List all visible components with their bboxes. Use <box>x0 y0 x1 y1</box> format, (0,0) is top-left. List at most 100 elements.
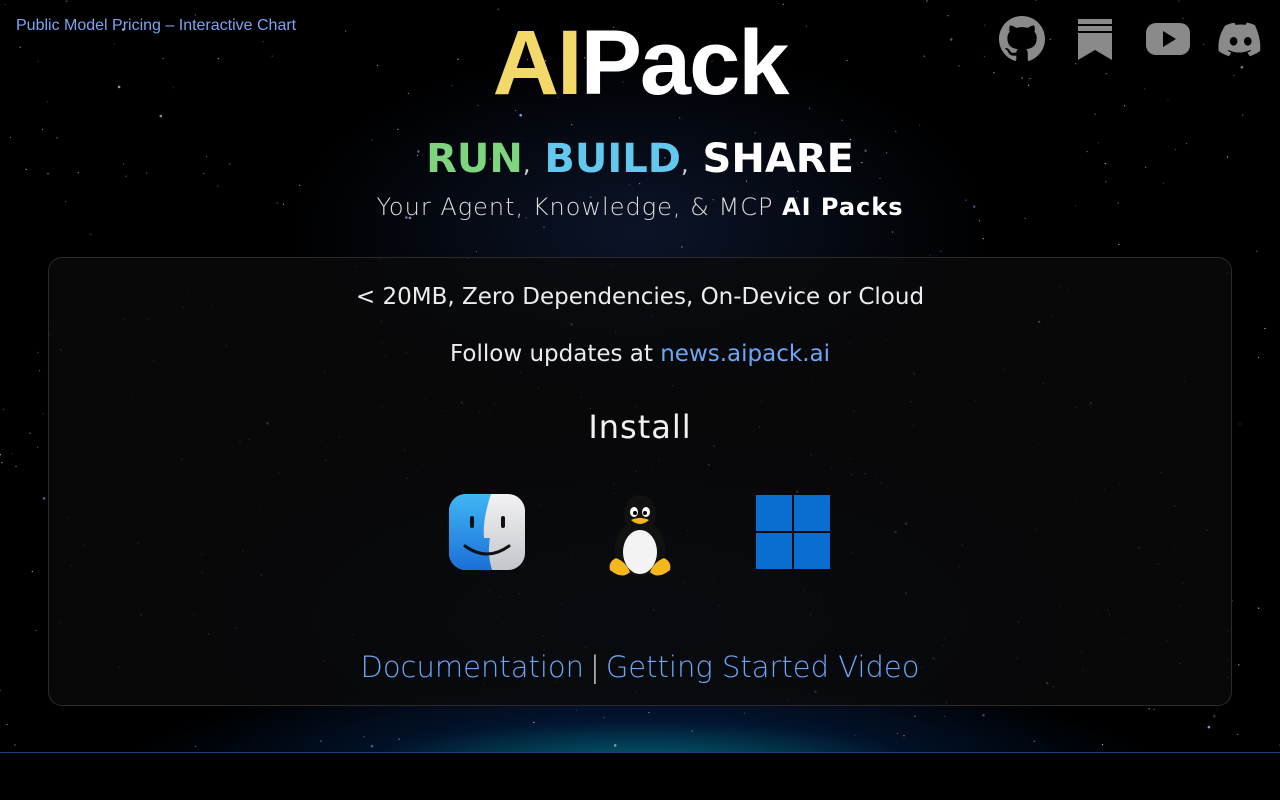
star <box>1148 708 1150 710</box>
star <box>797 190 799 192</box>
star <box>39 370 41 372</box>
install-linux-button[interactable] <box>600 492 680 582</box>
star <box>1207 725 1211 729</box>
star <box>1 462 3 464</box>
tagline-build: BUILD <box>544 136 681 182</box>
subtitle: Your Agent, Knowledge, & MCP AI Packs <box>0 193 1280 221</box>
star <box>576 709 578 711</box>
documentation-link[interactable]: Documentation <box>360 650 584 684</box>
docs-bookmark-link[interactable] <box>1072 16 1118 62</box>
page: Public Model Pricing – Interactive Chart… <box>0 0 1280 800</box>
star <box>603 716 605 719</box>
star <box>1153 708 1155 711</box>
star <box>1239 423 1241 425</box>
star <box>782 3 784 5</box>
star <box>533 721 535 724</box>
star <box>66 0 68 2</box>
star <box>944 715 946 718</box>
github-icon <box>999 16 1045 61</box>
link-separator: | <box>590 650 600 684</box>
install-macos-button[interactable] <box>447 492 527 582</box>
star <box>0 454 1 456</box>
youtube-icon <box>1146 23 1190 55</box>
star <box>320 740 322 742</box>
star <box>1256 250 1258 252</box>
star <box>1178 0 1180 2</box>
star <box>743 712 746 714</box>
star <box>940 250 942 252</box>
star <box>37 446 39 448</box>
star <box>926 0 928 2</box>
star <box>896 733 899 735</box>
star <box>854 734 856 737</box>
star <box>31 570 33 573</box>
star <box>195 746 197 748</box>
star <box>648 711 650 714</box>
star <box>37 351 39 353</box>
star <box>6 723 8 726</box>
star <box>681 246 683 248</box>
star <box>929 254 931 256</box>
star <box>29 432 31 434</box>
linux-tux-icon <box>609 495 671 576</box>
star <box>2 408 5 410</box>
star <box>571 124 573 126</box>
star <box>4 4 6 6</box>
subtitle-strong: AI Packs <box>782 193 904 221</box>
updates-line: Follow updates at news.aipack.ai <box>49 341 1231 367</box>
star <box>1238 664 1240 666</box>
star <box>42 413 44 415</box>
tagline-comma-2: , <box>680 150 689 178</box>
tagline-comma-1: , <box>522 150 531 178</box>
star <box>903 735 905 737</box>
footer-bar <box>0 752 1280 800</box>
news-link[interactable]: news.aipack.ai <box>660 341 830 367</box>
star <box>691 730 693 732</box>
discord-link[interactable] <box>1218 16 1264 62</box>
star <box>14 744 16 746</box>
social-links <box>999 16 1264 62</box>
bookmark-icon <box>1078 19 1112 60</box>
star <box>919 124 921 126</box>
star <box>397 128 399 130</box>
star <box>475 250 478 253</box>
getting-started-video-link[interactable]: Getting Started Video <box>606 650 920 684</box>
star <box>398 738 400 740</box>
star <box>1257 356 1260 359</box>
star <box>613 744 617 747</box>
windows-icon <box>756 495 830 569</box>
star <box>1033 740 1035 742</box>
star <box>363 736 365 738</box>
star <box>1213 714 1216 718</box>
star <box>982 238 984 240</box>
star <box>11 453 13 455</box>
star <box>1264 327 1266 330</box>
star <box>1035 0 1037 1</box>
tagline: RUN, BUILD, SHARE <box>0 135 1280 188</box>
star <box>41 128 44 131</box>
updates-prefix: Follow updates at <box>450 341 661 367</box>
star <box>892 231 894 233</box>
bottom-links: Documentation | Getting Started Video <box>49 650 1231 684</box>
star <box>895 130 897 132</box>
star <box>15 465 17 467</box>
logo-ai: AI <box>492 12 583 114</box>
star <box>1101 744 1104 746</box>
logo-pack: Pack <box>580 12 790 114</box>
install-windows-button[interactable] <box>753 492 833 582</box>
youtube-link[interactable] <box>1145 16 1191 62</box>
install-panel: < 20MB, Zero Dependencies, On-Device or … <box>48 257 1232 706</box>
star <box>543 226 545 228</box>
star <box>35 629 37 632</box>
github-link[interactable] <box>999 16 1045 62</box>
star <box>1237 733 1239 735</box>
star <box>679 117 681 119</box>
star <box>914 715 916 717</box>
star <box>982 714 985 717</box>
star <box>42 497 46 500</box>
star <box>754 132 756 134</box>
star <box>370 744 374 748</box>
star <box>0 690 1 692</box>
star <box>90 233 92 235</box>
tagline-run: RUN <box>426 136 523 182</box>
